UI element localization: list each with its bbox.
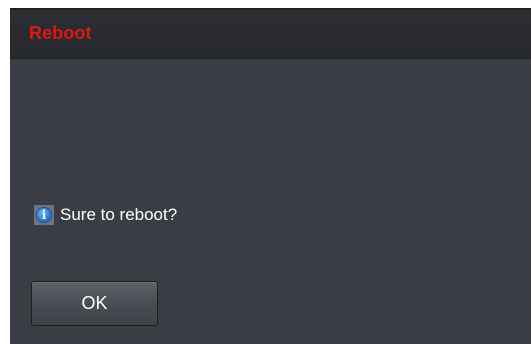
info-icon: i bbox=[34, 205, 54, 225]
reboot-dialog: Reboot i Sure to reboot? OK bbox=[10, 8, 531, 344]
dialog-title: Reboot bbox=[29, 23, 92, 43]
ok-button[interactable]: OK bbox=[31, 281, 158, 326]
message-row: i Sure to reboot? bbox=[34, 205, 177, 225]
info-icon-glyph: i bbox=[36, 207, 52, 223]
confirm-message: Sure to reboot? bbox=[60, 205, 178, 224]
dialog-title-bar: Reboot bbox=[10, 10, 531, 59]
